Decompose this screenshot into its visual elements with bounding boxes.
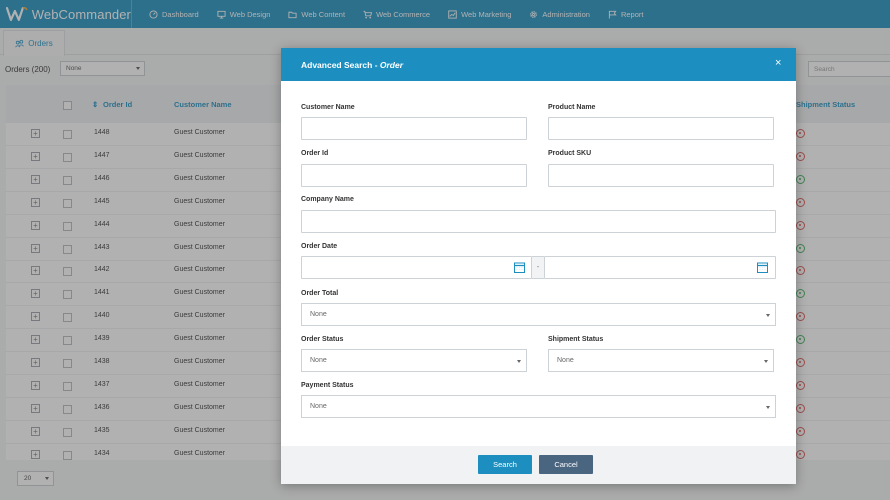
modal-title: Advanced Search - Order: [301, 60, 403, 70]
caret-down-icon: [766, 314, 770, 317]
product-name-input[interactable]: [548, 117, 774, 140]
cancel-button[interactable]: Cancel: [539, 455, 593, 474]
modal-header: Advanced Search - Order ×: [281, 48, 796, 81]
company-name-input[interactable]: [301, 210, 776, 233]
caret-down-icon: [764, 360, 768, 363]
order-date-to-input[interactable]: [544, 256, 776, 279]
order-date-label: Order Date: [301, 243, 338, 250]
product-sku-input[interactable]: [548, 164, 774, 187]
modal-footer: Search Cancel: [281, 446, 796, 484]
modal-title-text: Advanced Search -: [301, 60, 380, 70]
order-status-label: Order Status: [301, 336, 344, 343]
caret-down-icon: [766, 406, 770, 409]
calendar-icon[interactable]: [757, 262, 768, 273]
order-id-input[interactable]: [301, 164, 527, 187]
order-status-value: None: [310, 357, 327, 364]
modal-title-entity: Order: [379, 60, 404, 70]
date-range-separator: -: [532, 256, 544, 279]
search-button[interactable]: Search: [478, 455, 532, 474]
payment-status-label: Payment Status: [301, 382, 354, 389]
shipment-status-value: None: [557, 357, 574, 364]
order-total-select[interactable]: None: [301, 303, 776, 326]
order-total-label: Order Total: [301, 290, 339, 297]
product-name-label: Product Name: [548, 104, 596, 111]
shipment-status-select[interactable]: None: [548, 349, 774, 372]
order-status-select[interactable]: None: [301, 349, 527, 372]
payment-status-value: None: [310, 403, 327, 410]
calendar-icon[interactable]: [514, 262, 525, 273]
caret-down-icon: [517, 360, 521, 363]
close-icon[interactable]: ×: [775, 58, 781, 69]
customer-name-input[interactable]: [301, 117, 527, 140]
advanced-search-modal: Advanced Search - Order × Customer Name …: [281, 48, 796, 484]
order-total-value: None: [310, 311, 327, 318]
company-name-label: Company Name: [301, 196, 354, 203]
customer-name-label: Customer Name: [301, 104, 355, 111]
product-sku-label: Product SKU: [548, 150, 592, 157]
payment-status-select[interactable]: None: [301, 395, 776, 418]
order-id-label: Order Id: [301, 150, 329, 157]
order-date-from-input[interactable]: [301, 256, 532, 279]
shipment-status-label: Shipment Status: [548, 336, 604, 343]
